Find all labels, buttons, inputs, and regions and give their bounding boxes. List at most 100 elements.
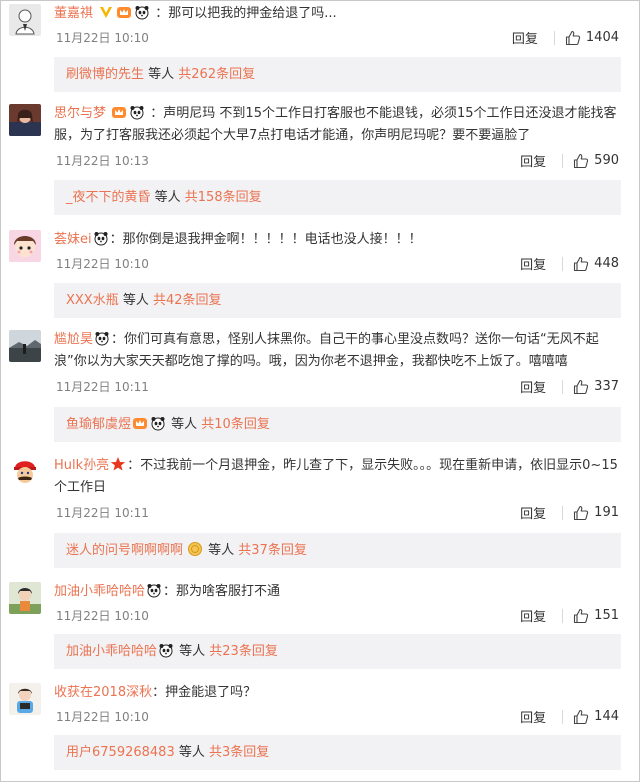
comment-text: ：那可以把我的押金给退了吗... xyxy=(155,6,337,21)
comment-date: 11月22日 10:10 xyxy=(56,31,149,45)
sub-reply-count[interactable]: 共37条回复 xyxy=(238,543,307,558)
divider xyxy=(562,153,564,168)
avatar[interactable] xyxy=(9,683,41,715)
comment-date: 11月22日 10:11 xyxy=(56,380,149,394)
sub-reply-summary[interactable]: _夜不下的黄昏 等人 共158条回复 xyxy=(54,180,621,215)
sub-reply-separator: 等人 xyxy=(144,67,179,82)
panda-emoji-icon xyxy=(135,6,149,20)
username[interactable]: 荟妹ei xyxy=(54,232,92,247)
sub-reply-count[interactable]: 共10条回复 xyxy=(201,417,270,432)
like-count: 1404 xyxy=(585,30,619,45)
like-button[interactable]: 590 xyxy=(573,153,619,169)
sub-reply-user[interactable]: 加油小乖哈哈哈 xyxy=(66,644,157,659)
divider xyxy=(553,30,555,45)
avatar[interactable] xyxy=(9,104,41,136)
sub-reply-count[interactable]: 共3条回复 xyxy=(209,745,269,760)
thumbs-up-icon xyxy=(574,153,589,168)
like-button[interactable]: 448 xyxy=(573,256,619,272)
sub-reply-count[interactable]: 共262条回复 xyxy=(178,67,255,82)
comment-actions: 回复 151 xyxy=(520,606,619,625)
sub-reply-summary[interactable]: 用户6759268483 等人 共3条回复 xyxy=(54,735,621,770)
like-button[interactable]: 1404 xyxy=(565,30,619,46)
like-count: 151 xyxy=(594,608,619,623)
like-button[interactable]: 144 xyxy=(573,709,619,725)
like-button[interactable]: 151 xyxy=(573,608,619,624)
reply-button[interactable]: 回复 xyxy=(520,707,546,726)
sub-reply-user[interactable]: 用户6759268483 xyxy=(66,745,175,760)
sub-reply-user[interactable]: 刷微博的先生 xyxy=(66,67,144,82)
like-count: 590 xyxy=(594,153,619,168)
sub-reply-separator: 等人 xyxy=(174,745,209,760)
red-star-icon xyxy=(110,457,126,471)
avatar[interactable] xyxy=(9,4,41,36)
like-count: 448 xyxy=(594,256,619,271)
sub-reply-user[interactable]: XXX水瓶 xyxy=(66,293,119,308)
panda-emoji-icon xyxy=(147,584,161,598)
username[interactable]: 思尔与梦 xyxy=(54,106,106,121)
comment-actions: 回复 590 xyxy=(520,151,619,170)
username[interactable]: 尴尬昊 xyxy=(54,332,93,347)
divider xyxy=(562,608,564,623)
divider xyxy=(562,379,564,394)
sub-reply-separator: 等人 xyxy=(175,644,210,659)
sub-reply-user[interactable]: 鱼瑜郁虞煜 xyxy=(66,417,131,432)
sub-reply-count[interactable]: 共23条回复 xyxy=(209,644,278,659)
comment-text: ：那你倒是退我押金啊！！！！！电话也没人接！！！ xyxy=(109,232,422,247)
sub-reply-summary[interactable]: 加油小乖哈哈哈 等人 共23条回复 xyxy=(54,634,621,669)
like-count: 191 xyxy=(594,505,619,520)
comment-body: 荟妹ei ：那你倒是退我押金啊！！！！！电话也没人接！！！ xyxy=(54,229,629,251)
panda-emoji-icon xyxy=(95,332,109,346)
reply-button[interactable]: 回复 xyxy=(520,254,546,273)
comment-body: 加油小乖哈哈哈 ：那为啥客服打不通 xyxy=(54,581,629,603)
vip-crown-icon xyxy=(133,418,148,429)
panda-emoji-icon xyxy=(151,417,165,431)
sub-reply-separator: 等人 xyxy=(167,417,202,432)
username[interactable]: Hulk孙亮 xyxy=(54,458,109,473)
thumbs-up-icon xyxy=(574,505,589,520)
comment-date: 11月22日 10:13 xyxy=(56,154,149,168)
thumbs-up-icon xyxy=(574,608,589,623)
thumbs-up-icon xyxy=(565,30,581,45)
comment-actions: 回复 1404 xyxy=(512,28,619,47)
sub-reply-summary[interactable]: 鱼瑜郁虞煜 等人 共10条回复 xyxy=(54,407,621,442)
sub-reply-count[interactable]: 共158条回复 xyxy=(185,190,262,205)
comment-date: 11月22日 10:10 xyxy=(56,257,149,271)
sub-reply-user[interactable]: _夜不下的黄昏 xyxy=(66,190,151,205)
sub-reply-summary[interactable]: 迷人的问号啊啊啊啊 等人 共37条回复 xyxy=(54,533,621,568)
comment-actions: 回复 448 xyxy=(520,254,619,273)
sub-reply-count[interactable]: 共42条回复 xyxy=(153,293,222,308)
reply-button[interactable]: 回复 xyxy=(520,606,546,625)
comment-body: 收获在2018深秋：押金能退了吗？ xyxy=(54,682,629,704)
avatar[interactable] xyxy=(9,230,41,262)
vip-crown-icon xyxy=(112,107,127,118)
comment-actions: 回复 144 xyxy=(520,707,619,726)
comment-body: 尴尬昊 ：你们可真有意思，怪别人抹黑你。自己干的事心里没点数吗？送你一句话“无风不… xyxy=(54,329,629,373)
username[interactable]: 董嘉祺 xyxy=(54,6,93,21)
like-button[interactable]: 337 xyxy=(573,379,619,395)
like-button[interactable]: 191 xyxy=(573,505,619,521)
avatar[interactable] xyxy=(9,456,41,488)
comment-body: 董嘉祺 ：那可以把我的押金给退了吗... xyxy=(54,3,629,25)
avatar[interactable] xyxy=(9,582,41,614)
sub-reply-separator: 等人 xyxy=(118,293,153,308)
reply-button[interactable]: 回复 xyxy=(512,28,538,47)
comment-actions: 回复 337 xyxy=(520,377,619,396)
sub-reply-user[interactable]: 迷人的问号啊啊啊啊 xyxy=(66,543,183,558)
username[interactable]: 收获在2018深秋 xyxy=(54,685,152,700)
sub-reply-separator: 等人 xyxy=(150,190,185,205)
thumbs-up-icon xyxy=(574,709,589,724)
like-count: 337 xyxy=(594,379,619,394)
sub-reply-summary[interactable]: XXX水瓶 等人 共42条回复 xyxy=(54,283,621,318)
divider xyxy=(562,256,564,271)
sub-reply-summary[interactable]: 刷微博的先生 等人 共262条回复 xyxy=(54,57,621,92)
gold-v-icon xyxy=(100,7,113,18)
avatar[interactable] xyxy=(9,330,41,362)
username[interactable]: 加油小乖哈哈哈 xyxy=(54,584,145,599)
sub-reply-separator: 等人 xyxy=(204,543,239,558)
reply-button[interactable]: 回复 xyxy=(520,377,546,396)
reply-button[interactable]: 回复 xyxy=(520,503,546,522)
reply-button[interactable]: 回复 xyxy=(520,151,546,170)
comment-list: 董嘉祺 ：那可以把我的押金给退了吗... 11月22日 10:10 回复 140… xyxy=(0,0,640,782)
comment-text: ：押金能退了吗？ xyxy=(152,685,257,700)
panda-emoji-icon xyxy=(94,232,108,246)
